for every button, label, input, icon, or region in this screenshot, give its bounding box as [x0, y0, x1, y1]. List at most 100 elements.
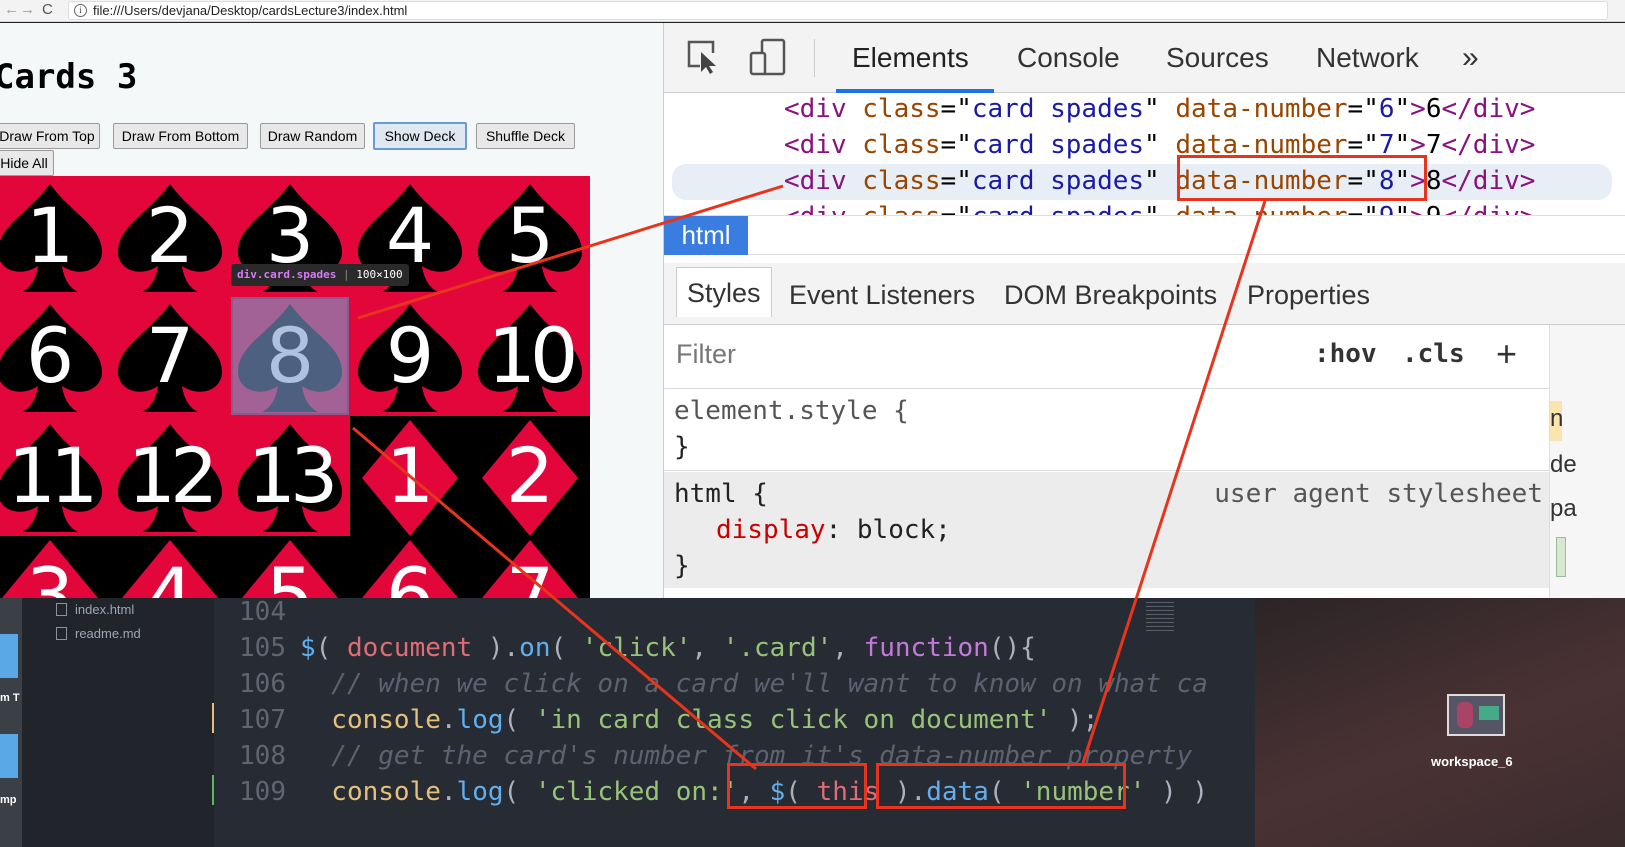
- card-spades-11[interactable]: 11: [0, 416, 110, 536]
- html-rule: html { user agent stylesheet display: bl…: [664, 472, 1549, 588]
- card-number: 7: [145, 311, 195, 400]
- desktop-sliver: m T mp: [0, 598, 22, 847]
- card-spades-5[interactable]: 5: [470, 176, 590, 296]
- tooltip-separator: |: [336, 268, 357, 281]
- line-number: 107: [239, 705, 286, 735]
- tab-console[interactable]: Console: [1017, 41, 1120, 75]
- line-number: 106: [239, 669, 286, 699]
- card-spades-7[interactable]: 7: [110, 296, 230, 416]
- tab-elements[interactable]: Elements: [852, 41, 969, 75]
- new-rule-icon[interactable]: +: [1496, 333, 1517, 375]
- dom-token: class: [846, 130, 941, 160]
- tab-sources[interactable]: Sources: [1166, 41, 1269, 75]
- tab-styles[interactable]: Styles: [676, 267, 772, 317]
- tooltip-size: 100×100: [356, 268, 403, 281]
- dom-tree: <div class="card spades" data-number="6"…: [664, 93, 1625, 215]
- file-tree: m T mp index.html readme.md: [0, 598, 214, 847]
- file-readme-label: readme.md: [75, 626, 141, 641]
- filter-input[interactable]: Filter: [676, 339, 736, 370]
- dom-token: card spades: [971, 166, 1145, 196]
- card-number: 10: [487, 311, 579, 400]
- device-toolbar-icon[interactable]: [748, 37, 788, 77]
- card-number: 11: [7, 431, 99, 520]
- dom-node[interactable]: <div class="card spades" data-number="9"…: [784, 199, 1535, 215]
- element-style-close: }: [674, 432, 690, 462]
- url-text[interactable]: file:///Users/devjana/Desktop/cardsLectu…: [93, 3, 407, 19]
- hide-all-button[interactable]: Hide All: [0, 150, 54, 176]
- dom-token: =": [940, 166, 972, 196]
- dom-token: =": [940, 130, 972, 160]
- dom-token: >: [1410, 202, 1426, 215]
- forward-arrow-icon[interactable]: →: [20, 0, 35, 20]
- code-line-107[interactable]: console.log( 'in card class click on doc…: [300, 702, 1098, 738]
- card-number: 6: [25, 311, 75, 400]
- shuffle-deck-button[interactable]: Shuffle Deck: [476, 123, 575, 149]
- card-number: 2: [145, 191, 195, 280]
- annotation-box-this: [727, 763, 867, 809]
- element-style-selector[interactable]: element.style {: [674, 393, 909, 429]
- more-tabs-icon[interactable]: »: [1462, 41, 1479, 75]
- draw-from-bottom-button[interactable]: Draw From Bottom: [113, 123, 248, 149]
- card-number: 9: [385, 311, 435, 400]
- dom-token: ": [1144, 166, 1160, 196]
- html-rule-selector[interactable]: html {: [674, 476, 768, 512]
- minimap[interactable]: [1146, 602, 1174, 632]
- file-index-html[interactable]: index.html: [56, 602, 134, 617]
- back-arrow-icon[interactable]: ←: [4, 0, 19, 20]
- dom-token: =": [941, 202, 972, 215]
- line-number: 105: [239, 633, 286, 663]
- inspect-element-icon[interactable]: [686, 39, 722, 75]
- reload-icon[interactable]: C: [42, 0, 53, 20]
- tooltip-selector: div.card.spades: [237, 268, 337, 281]
- annotation-box-data-call: [876, 763, 1126, 809]
- tab-dom-breakpoints[interactable]: DOM Breakpoints: [1004, 275, 1217, 315]
- dom-token: 9: [1426, 202, 1442, 215]
- card-spades-2[interactable]: 2: [110, 176, 230, 296]
- address-bar[interactable]: i file:///Users/devjana/Desktop/cardsLec…: [68, 1, 1608, 20]
- card-number: 13: [247, 431, 339, 520]
- workspace-thumbnail[interactable]: [1447, 694, 1505, 736]
- card-spades-12[interactable]: 12: [110, 416, 230, 536]
- card-spades-6[interactable]: 6: [0, 296, 110, 416]
- file-index-label: index.html: [75, 602, 135, 617]
- dom-token: ": [1144, 130, 1160, 160]
- tab-network[interactable]: Network: [1316, 41, 1419, 75]
- card-diamonds-1[interactable]: 1: [350, 416, 470, 536]
- class-toggle[interactable]: .cls: [1402, 339, 1465, 369]
- card-number: 5: [505, 191, 555, 280]
- desktop-wallpaper: [1255, 598, 1625, 847]
- card-spades-1[interactable]: 1: [0, 176, 110, 296]
- info-icon[interactable]: i: [74, 4, 87, 17]
- dom-token: <div: [784, 166, 847, 196]
- dom-token: >: [1410, 94, 1426, 124]
- css-value-block[interactable]: : block;: [826, 515, 951, 545]
- desktop-background: workspace_6: [1255, 598, 1625, 847]
- draw-from-top-button[interactable]: Draw From Top: [0, 123, 100, 149]
- card-diamonds-2[interactable]: 2: [470, 416, 590, 536]
- card-number: 1: [25, 191, 75, 280]
- dom-token: 8: [1425, 166, 1442, 196]
- card-spades-10[interactable]: 10: [470, 296, 590, 416]
- line-number: 108: [239, 741, 286, 771]
- draw-random-button[interactable]: Draw Random: [260, 123, 365, 149]
- code-line-106[interactable]: // when we click on a card we'll want to…: [300, 666, 1208, 702]
- dom-token: 6: [1378, 94, 1395, 124]
- user-agent-source: user agent stylesheet: [1214, 479, 1543, 509]
- html-rule-close: }: [674, 551, 690, 581]
- workspace-label[interactable]: workspace_6: [1431, 754, 1513, 769]
- css-property-display[interactable]: display: [716, 515, 826, 545]
- card-spades-13[interactable]: 13: [230, 416, 350, 536]
- dom-token: =": [1348, 202, 1379, 215]
- show-deck-button[interactable]: Show Deck: [373, 122, 467, 150]
- hover-state-toggle[interactable]: :hov: [1314, 339, 1377, 369]
- card-spades-9[interactable]: 9: [350, 296, 470, 416]
- dom-token: class: [846, 94, 941, 124]
- tab-properties[interactable]: Properties: [1247, 275, 1370, 315]
- dom-token: ": [1395, 202, 1411, 215]
- tab-event-listeners[interactable]: Event Listeners: [789, 275, 975, 315]
- breadcrumb-html[interactable]: html: [664, 216, 748, 255]
- dom-node[interactable]: <div class="card spades" data-number="6"…: [784, 93, 1535, 127]
- file-readme-md[interactable]: readme.md: [56, 626, 141, 641]
- web-page: Cards 3 Draw From Top Draw From Bottom D…: [0, 23, 663, 621]
- code-line-105[interactable]: $( document ).on( 'click', '.card', func…: [300, 630, 1036, 666]
